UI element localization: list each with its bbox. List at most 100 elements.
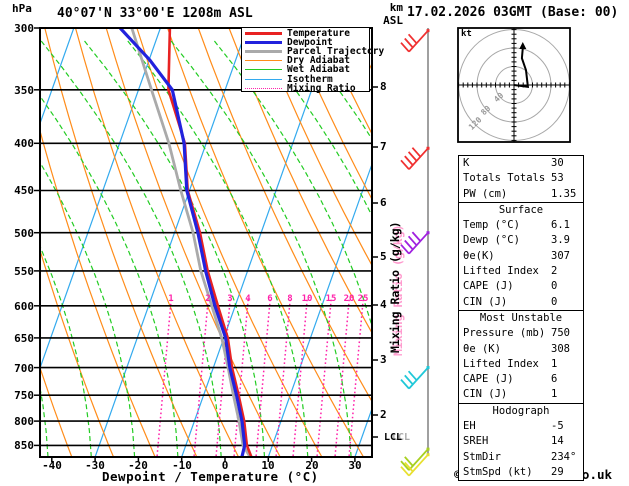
table-row-label: Lifted Index <box>463 357 539 370</box>
table-row-label: CAPE (J) <box>463 280 514 293</box>
temperature-tick-label: 30 <box>348 459 362 472</box>
dry-adiabat-line <box>598 28 629 457</box>
page-title: 40°07'N 33°00'E 1208m ASL <box>57 6 253 21</box>
table-row-value: 29 <box>551 465 564 478</box>
mixing-ratio-value-label: 2 <box>205 294 211 304</box>
pressure-tick-label: 600 <box>14 300 34 313</box>
hodograph-unit-label: kt <box>461 29 472 39</box>
dewpoint-curve <box>118 28 247 457</box>
table-row-label: EH <box>463 420 476 433</box>
legend-swatch-dewpoint <box>245 41 282 45</box>
mixing-ratio-value-label: 8 <box>287 294 293 304</box>
mixing-ratio-line <box>334 296 351 457</box>
pressure-tick-label: 500 <box>14 227 34 240</box>
mixing-ratio-value-label: 10 <box>301 294 313 304</box>
mixing-ratio-value-label: 25 <box>357 294 369 304</box>
skewt-app: hPa 40°07'N 33°00'E 1208m ASL km ASL 17.… <box>0 0 629 486</box>
temperature-tick-label: 20 <box>305 459 319 472</box>
table-row-value: 0 <box>551 280 558 293</box>
temperature-tick-label: -10 <box>172 459 192 472</box>
wind-barb <box>400 366 430 390</box>
km-tick-label: 4 <box>380 298 387 311</box>
temperature-tick-label: 0 <box>221 459 229 472</box>
table-row-label: CIN (J) <box>463 388 508 401</box>
table-row: Totals Totals 53 <box>459 171 583 186</box>
wind-barb <box>400 146 430 170</box>
table-row: CAPE (J) 6 <box>459 372 583 387</box>
table-row-label: Lifted Index <box>463 265 539 278</box>
table-section-header: Most Unstable <box>479 311 563 324</box>
mixing-ratio-line <box>156 296 173 457</box>
datetime-label: 17.02.2026 03GMT (Base: 00) <box>407 5 619 20</box>
table-section: Hodograph EH -5 SREH 14 StmDir 234° StmSpd (kt)… <box>459 402 583 480</box>
mixing-ratio-value-label: 1 <box>168 294 174 304</box>
mixing-ratio-line <box>193 296 210 457</box>
km-tick-label: 8 <box>380 80 387 93</box>
table-row: StmSpd (kt) 29 <box>459 465 583 480</box>
mixing-ratio-line <box>316 296 333 457</box>
hodograph-trace-arrow <box>519 42 527 50</box>
mixing-ratio-value-label: 15 <box>325 294 337 304</box>
wind-barb <box>400 231 430 255</box>
table-row: Dewp (°C) 3.9 <box>459 233 583 248</box>
legend-swatch-mixing-ratio <box>245 87 282 89</box>
temperature-tick-label: 10 <box>261 459 275 472</box>
table-row-value: 308 <box>551 342 570 355</box>
table-row-label: θe (K) <box>463 342 501 355</box>
table-row-label: StmSpd (kt) <box>463 465 533 478</box>
table-row-value: 53 <box>551 172 564 185</box>
wind-barb <box>400 29 430 53</box>
asl-unit-label: ASL <box>383 14 403 27</box>
table-row-label: Totals Totals <box>463 172 546 185</box>
table-row-value: 307 <box>551 249 570 262</box>
pressure-unit-label: hPa <box>12 2 32 15</box>
table-row-label: StmDir <box>463 450 501 463</box>
table-row: K 30 <box>459 156 583 171</box>
table-row-label: CIN (J) <box>463 295 508 308</box>
table-row: θe (K) 308 <box>459 342 583 357</box>
table-row: Lifted Index 1 <box>459 357 583 372</box>
table-row-label: PW (cm) <box>463 187 508 200</box>
mixing-ratio-line <box>348 296 365 457</box>
table-row-label: SREH <box>463 435 489 448</box>
legend-swatch-wet-adiabat <box>245 69 282 71</box>
temperature-tick-label: -30 <box>85 459 105 472</box>
legend-swatch-isotherm <box>245 78 282 80</box>
pressure-tick-label: 750 <box>14 389 34 402</box>
pressure-tick-label: 850 <box>14 439 34 452</box>
table-row: CIN (J) 1 <box>459 387 583 402</box>
table-row: CIN (J) 0 <box>459 295 583 310</box>
pressure-tick-label: 700 <box>14 362 34 375</box>
table-row-label: Pressure (mb) <box>463 327 546 340</box>
table-row: Temp (°C) 6.1 <box>459 218 583 233</box>
table-row: Pressure (mb) 750 <box>459 326 583 341</box>
indices-table: K 30 Totals Totals 53 PW (cm) 1.35 Surface Temp… <box>458 155 584 482</box>
table-row-value: -5 <box>551 420 564 433</box>
table-row: PW (cm) 1.35 <box>459 187 583 202</box>
km-tick-label: 5 <box>380 250 387 263</box>
pressure-tick-label: 300 <box>14 22 34 35</box>
mixing-ratio-line <box>292 296 309 457</box>
table-row-value: 3.9 <box>551 234 570 247</box>
temperature-tick-label: -40 <box>42 459 62 472</box>
table-row-value: 1.35 <box>551 187 577 200</box>
table-row-value: 6 <box>551 373 558 386</box>
mixing-ratio-value-label: 3 <box>227 294 233 304</box>
km-tick-label: 2 <box>380 408 387 421</box>
temperature-tick-label: -20 <box>128 459 148 472</box>
km-unit-label: km <box>389 1 403 14</box>
table-row: Lifted Index 2 <box>459 264 583 279</box>
table-row: StmDir 234° <box>459 450 583 465</box>
pressure-tick-label: 400 <box>14 137 34 150</box>
table-row-value: 6.1 <box>551 219 570 232</box>
km-tick-label: 7 <box>380 140 387 153</box>
table-row: SREH 14 <box>459 434 583 449</box>
table-section: K 30 Totals Totals 53 PW (cm) 1.35 <box>459 156 583 202</box>
table-row-label: K <box>463 157 470 169</box>
legend: Temperature Dewpoint Parcel Trajectory Dry … <box>241 27 384 93</box>
table-row: CAPE (J) 0 <box>459 279 583 294</box>
legend-swatch-temperature <box>245 32 282 36</box>
sounding-curves <box>118 28 253 457</box>
table-row-value: 1 <box>551 388 558 401</box>
table-row: θe(K) 307 <box>459 249 583 264</box>
